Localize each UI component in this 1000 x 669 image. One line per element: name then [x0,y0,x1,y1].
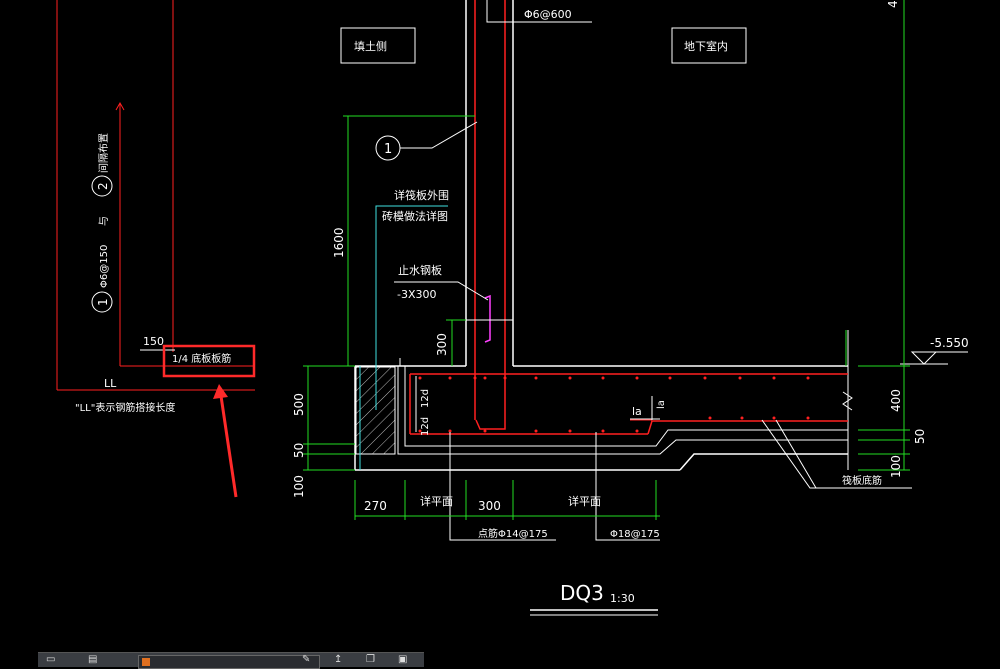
vertical-note-rebar: Φ6@150 [99,245,110,288]
dim-500: 500 [292,393,306,416]
dim-50-left: 50 [292,443,306,458]
dim-50-right: 50 [913,429,927,444]
taskbar: ▭ ▤ ✎ ↥ ❐ ▣ [38,652,424,669]
basement-inside-label: 地下室内 [684,39,728,53]
dim-270: 270 [364,499,387,513]
d12-label-1: 12d [420,389,431,408]
raft-bottom-rebar-label: 筏板底筋 [842,474,882,487]
la-label-2: la [656,400,667,409]
dim-300-horizontal: 300 [478,499,501,513]
dim-400: 400 [889,389,903,412]
see-plan-1: 详平面 [420,494,453,508]
dim-150: 150 [143,335,164,348]
file-tab-icon [142,658,150,666]
ll-label: LL [104,377,117,390]
waterstop-label-2: -3X300 [397,288,437,301]
bottom-rebar-label: 1/4 底板板筋 [172,352,231,365]
callout-1-label: 1 [384,142,392,157]
note-see-raft-1: 详筏板外围 [394,188,449,202]
pen-icon[interactable]: ✎ [302,655,314,665]
note-see-raft-2: 砖模做法详图 [382,209,448,223]
drawing-scale-label: 1:30 [610,592,635,605]
left-detail: 150 LL "LL"表示钢筋搭接长度 1 Φ6@150 与 2 间隔布置 1/… [56,0,256,498]
ll-note: "LL"表示钢筋搭接长度 [75,401,175,414]
active-file-tab[interactable] [138,655,320,669]
vertical-note: 1 Φ6@150 与 2 间隔布置 [91,133,113,313]
see-plan-2: 详平面 [568,494,601,508]
vertical-note-interval: 间隔布置 [97,133,110,173]
file-icon[interactable]: ▤ [88,655,100,665]
vertical-note-and: 与 [98,216,110,226]
point-rebar-label: 点筋Φ14@175 [478,527,548,540]
dim-top-right: 4 [886,0,900,8]
rebar-top-label: Φ6@600 [524,8,572,21]
dim-300-vertical: 300 [435,333,449,356]
drawing-title: DQ3 1:30 [530,581,658,616]
la-label-1: la [632,405,642,418]
dim-100-right: 100 [889,455,903,478]
dim-100-left: 100 [292,475,306,498]
dim-1600: 1600 [332,227,346,258]
rebar-18-label: Φ18@175 [610,529,660,540]
annotation-arrow [213,384,238,498]
callout-2-vertical: 2 [96,182,110,190]
waterstop-plate [484,294,491,343]
callout-1-vertical: 1 [96,298,110,306]
elevation-label: -5.550 [930,336,969,350]
save-icon[interactable]: ▣ [398,655,410,665]
copy-icon[interactable]: ❐ [366,655,378,665]
fill-side-label: 填土侧 [354,39,387,53]
d12-label-2: 12d [420,417,431,436]
wall-section: 填土侧 地下室内 Φ6@600 1 详筏板外围 砖模做法详图 止水钢板 -3X3… [340,0,969,541]
window-icon[interactable]: ▭ [46,655,58,665]
drawing-title-label: DQ3 [560,581,604,605]
waterstop-label-1: 止水钢板 [398,263,442,277]
cad-drawing-canvas[interactable]: 150 LL "LL"表示钢筋搭接长度 1 Φ6@150 与 2 间隔布置 1/… [0,0,1000,666]
arrow-icon[interactable]: ↥ [334,655,346,665]
